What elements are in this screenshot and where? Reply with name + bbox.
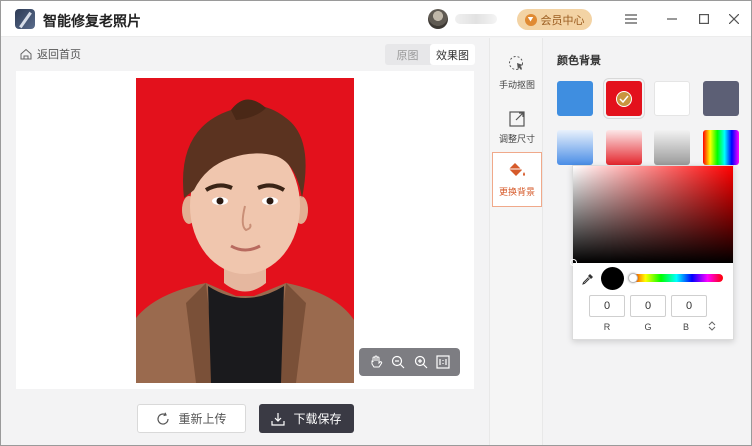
rail-item-manual-cutout[interactable]: 手动抠图 xyxy=(492,45,542,100)
blue-value-input[interactable] xyxy=(671,295,707,317)
portrait-image xyxy=(136,99,354,383)
user-name-placeholder xyxy=(455,14,497,24)
cursor-select-icon xyxy=(509,55,523,70)
fit-screen-icon xyxy=(436,355,450,369)
red-label: R xyxy=(603,322,611,332)
color-picker-popover: R G B xyxy=(570,165,734,340)
tab-original[interactable]: 原图 xyxy=(385,44,430,65)
sv-handle[interactable] xyxy=(570,259,577,266)
back-home-label: 返回首页 xyxy=(37,49,81,61)
swatch-red[interactable] xyxy=(603,78,645,119)
rail-item-label: 更换背景 xyxy=(498,186,535,197)
hue-slider[interactable] xyxy=(628,273,723,283)
app-window: 智能修复老照片 会员中心 返回首页 原图 效果图 重新上传 下载保存 手动抠图 … xyxy=(0,0,752,446)
rail-item-resize[interactable]: 调整尺寸 xyxy=(492,100,542,155)
close-button[interactable] xyxy=(723,8,745,30)
check-icon xyxy=(616,91,632,107)
maximize-icon xyxy=(699,14,709,24)
rail-item-label: 调整尺寸 xyxy=(498,133,535,144)
zoom-out-button[interactable] xyxy=(389,353,407,371)
hamburger-menu-icon xyxy=(625,14,637,24)
minimize-icon xyxy=(667,18,677,20)
download-save-label: 下载保存 xyxy=(293,412,342,426)
current-color-preview xyxy=(601,267,624,290)
swatch-red-gradient[interactable] xyxy=(606,130,642,165)
id-photo xyxy=(136,78,354,383)
vip-center-button[interactable]: 会员中心 xyxy=(517,9,592,30)
view-toggle: 原图 效果图 xyxy=(385,44,475,65)
saturation-value-area[interactable] xyxy=(570,166,733,266)
eyedropper-icon xyxy=(582,274,593,285)
section-title: 颜色背景 xyxy=(557,55,601,67)
diamond-icon xyxy=(524,13,537,26)
user-avatar[interactable] xyxy=(428,9,448,29)
rail-item-label: 手动抠图 xyxy=(498,79,535,90)
swatch-white[interactable] xyxy=(654,81,690,116)
app-title: 智能修复老照片 xyxy=(43,13,141,29)
swatch-blue[interactable] xyxy=(557,81,593,116)
resize-icon xyxy=(509,110,525,127)
swatch-dark-gray[interactable] xyxy=(703,81,739,116)
menu-button[interactable] xyxy=(620,8,642,30)
swatch-blue-gradient[interactable] xyxy=(557,130,593,165)
rail-item-change-background[interactable]: 更换背景 xyxy=(492,152,542,207)
green-value-input[interactable] xyxy=(630,295,666,317)
background-panel: 颜色背景 R G xyxy=(544,38,751,445)
swatch-gray-gradient[interactable] xyxy=(654,130,690,165)
up-down-arrow-icon xyxy=(708,321,716,331)
home-icon xyxy=(20,48,32,60)
reupload-label: 重新上传 xyxy=(178,412,227,426)
swatch-rainbow[interactable] xyxy=(703,130,739,165)
zoom-in-icon xyxy=(414,355,428,369)
app-logo-icon xyxy=(15,9,35,29)
maximize-button[interactable] xyxy=(693,8,715,30)
minimize-button[interactable] xyxy=(661,8,683,30)
tool-rail: 手动抠图 调整尺寸 更换背景 xyxy=(489,38,543,445)
eyedropper-button[interactable] xyxy=(582,273,594,285)
paint-bucket-icon xyxy=(509,162,525,176)
red-value-input[interactable] xyxy=(589,295,625,317)
pan-hand-button[interactable] xyxy=(367,353,385,371)
refresh-icon xyxy=(157,412,170,425)
vip-center-label: 会员中心 xyxy=(540,14,585,27)
reupload-button[interactable]: 重新上传 xyxy=(137,404,246,433)
download-icon xyxy=(271,412,286,426)
green-label: G xyxy=(644,322,652,332)
close-icon xyxy=(729,14,739,24)
hand-icon xyxy=(371,355,383,368)
zoom-toolbar xyxy=(359,348,460,376)
preview-canvas xyxy=(16,71,474,389)
hue-slider-handle[interactable] xyxy=(628,273,638,283)
zoom-out-icon xyxy=(392,355,405,369)
download-save-button[interactable]: 下载保存 xyxy=(259,404,354,433)
tab-result[interactable]: 效果图 xyxy=(430,44,475,65)
title-bar: 智能修复老照片 会员中心 xyxy=(1,1,751,37)
preview-panel: 返回首页 原图 效果图 重新上传 下载保存 xyxy=(1,38,488,445)
blue-label: B xyxy=(682,322,689,332)
zoom-in-button[interactable] xyxy=(412,353,430,371)
color-mode-toggle[interactable] xyxy=(707,321,717,333)
actual-size-button[interactable] xyxy=(434,353,452,371)
back-home-link[interactable]: 返回首页 xyxy=(20,46,81,62)
